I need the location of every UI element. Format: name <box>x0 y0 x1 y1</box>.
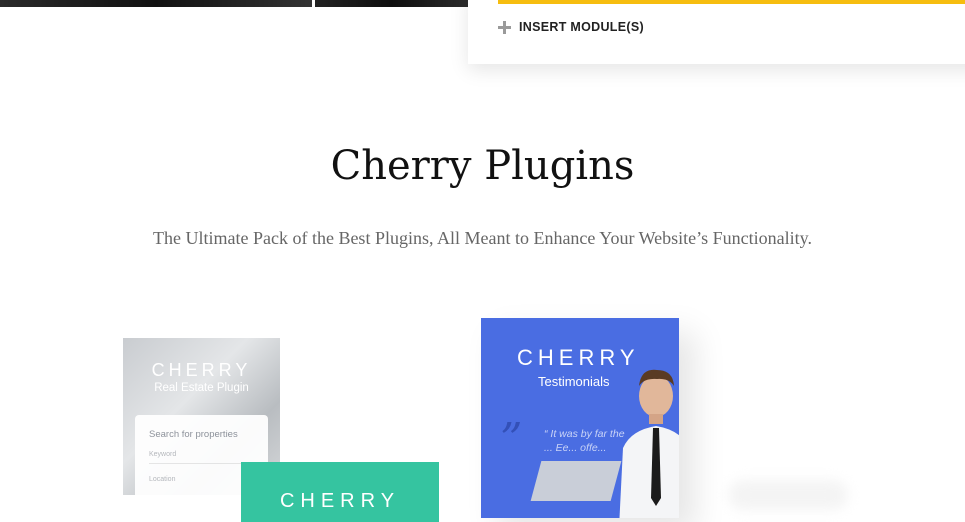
green-plugin-card[interactable]: CHERRY <box>241 462 439 522</box>
insert-modules-button[interactable]: INSERT MODULE(S) <box>498 20 644 34</box>
card-subtitle: Real Estate Plugin <box>154 382 249 394</box>
laptop-illustration <box>530 461 622 501</box>
card-brand: CHERRY <box>151 360 252 380</box>
location-label: Location <box>149 476 176 483</box>
card-brand: CHERRY <box>279 490 401 512</box>
quote-icon: ” <box>500 414 523 465</box>
hero-image-right <box>315 0 468 7</box>
hero-image-left <box>0 0 312 7</box>
accent-bar <box>498 0 965 4</box>
testimonials-plugin-card[interactable]: CHERRY Testimonials ” “ It was by far th… <box>481 318 679 518</box>
card-subtitle: Testimonials <box>538 374 610 389</box>
divider <box>149 463 254 464</box>
insert-module-panel: INSERT MODULE(S) <box>468 0 965 64</box>
card-shadow <box>728 480 848 510</box>
person-photo <box>619 369 679 518</box>
plus-icon <box>498 20 511 34</box>
section-subtitle: The Ultimate Pack of the Best Plugins, A… <box>153 228 812 248</box>
section-title: Cherry Plugins <box>330 143 635 189</box>
form-title: Search for properties <box>149 429 238 440</box>
insert-modules-label: INSERT MODULE(S) <box>519 20 644 34</box>
keyword-label: Keyword <box>149 451 177 458</box>
